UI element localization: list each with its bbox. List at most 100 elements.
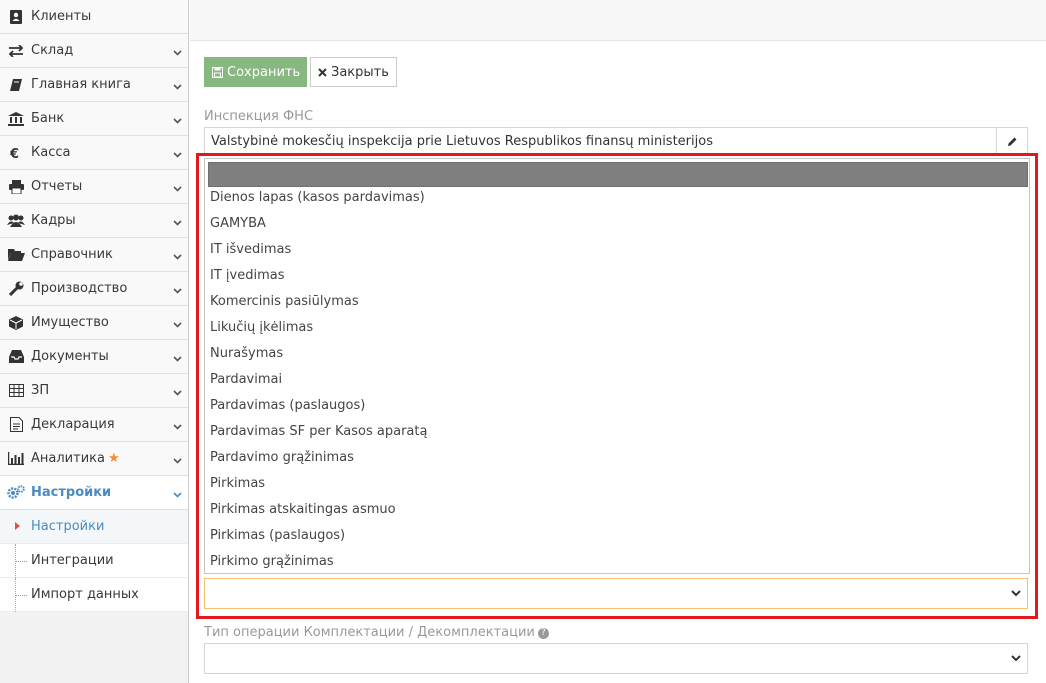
- sidebar-subitem-label: Настройки: [31, 519, 105, 534]
- sidebar-item-6[interactable]: Кадры: [0, 204, 188, 238]
- sidebar-item-14[interactable]: Настройки: [0, 476, 188, 510]
- sidebar-item-label: Настройки: [31, 485, 112, 500]
- caret-right-icon: [15, 522, 20, 533]
- sidebar: Клиенты Склад Главная книга Банк € Касса Отчет…: [0, 0, 189, 683]
- sidebar-subitem-label: Интеграции: [31, 553, 114, 568]
- chevron-down-icon: [173, 453, 182, 468]
- chevron-down-icon: [173, 147, 182, 162]
- sidebar-item-label: ЗП: [31, 383, 50, 398]
- pencil-icon: [1007, 137, 1016, 146]
- dropdown-option[interactable]: Nurašymas: [205, 343, 1029, 369]
- sidebar-item-11[interactable]: ЗП: [0, 374, 188, 408]
- dropdown-option[interactable]: Komercinis pasiūlymas: [205, 291, 1029, 317]
- operation-type-dropdown: Dienos lapas (kasos pardavimas) GAMYBA IT …: [204, 158, 1030, 574]
- sidebar-item-5[interactable]: Отчеты: [0, 170, 188, 204]
- sidebar-item-9[interactable]: Имущество: [0, 306, 188, 340]
- sidebar-item-4[interactable]: € Касса: [0, 136, 188, 170]
- sidebar-subitem-1[interactable]: Интеграции: [0, 544, 188, 578]
- inbox-icon: [6, 348, 26, 366]
- sidebar-item-1[interactable]: Склад: [0, 34, 188, 68]
- sidebar-item-7[interactable]: Справочник: [0, 238, 188, 272]
- sidebar-item-0[interactable]: Клиенты: [0, 0, 188, 34]
- close-icon: [318, 67, 327, 77]
- chevron-down-icon: [1011, 590, 1021, 597]
- tree-connector: [15, 561, 27, 562]
- inspection-value: Valstybinė mokesčių inspekcija prie Liet…: [211, 134, 713, 149]
- dropdown-option[interactable]: Pirkimo grąžinimas: [205, 551, 1029, 573]
- sidebar-item-2[interactable]: Главная книга: [0, 68, 188, 102]
- sidebar-item-label: Справочник: [31, 247, 113, 262]
- file-text-icon: [6, 416, 26, 434]
- sidebar-item-12[interactable]: Декларация: [0, 408, 188, 442]
- cube-icon: [6, 314, 26, 332]
- save-button[interactable]: Сохранить: [204, 57, 307, 87]
- chevron-down-icon: [173, 249, 182, 264]
- chevron-down-icon: [173, 419, 182, 434]
- svg-text:€: €: [10, 147, 19, 160]
- euro-icon: €: [6, 144, 26, 162]
- sidebar-subitem-0[interactable]: Настройки: [0, 510, 188, 544]
- inspection-field[interactable]: Valstybinė mokesčių inspekcija prie Liet…: [204, 127, 1028, 156]
- chevron-down-icon: [173, 79, 182, 94]
- exchange-icon: [6, 42, 26, 60]
- star-icon: ★: [107, 451, 120, 466]
- wrench-icon: [6, 280, 26, 298]
- dropdown-option[interactable]: Pirkimas atskaitingas asmuo: [205, 499, 1029, 525]
- dropdown-option[interactable]: IT įvedimas: [205, 265, 1029, 291]
- chevron-down-icon: [173, 181, 182, 196]
- bar-chart-icon: [6, 450, 26, 468]
- sidebar-item-3[interactable]: Банк: [0, 102, 188, 136]
- dropdown-option[interactable]: Dienos lapas (kasos pardavimas): [205, 187, 1029, 213]
- sidebar-item-label: Аналитика: [31, 451, 105, 466]
- table-icon: [6, 382, 26, 400]
- dropdown-option[interactable]: Likučių įkėlimas: [205, 317, 1029, 343]
- dropdown-option[interactable]: Pardavimo grąžinimas: [205, 447, 1029, 473]
- sidebar-item-label: Клиенты: [31, 9, 92, 24]
- kit-operation-select[interactable]: [204, 643, 1028, 674]
- sidebar-item-10[interactable]: Документы: [0, 340, 188, 374]
- sidebar-item-label: Отчеты: [31, 179, 83, 194]
- dropdown-option[interactable]: Pirkimas (paslaugos): [205, 525, 1029, 551]
- inspection-label: Инспекция ФНС: [204, 109, 314, 124]
- chevron-down-icon: [173, 385, 182, 400]
- save-button-label: Сохранить: [227, 64, 301, 80]
- sidebar-item-label: Банк: [31, 111, 65, 126]
- cogs-icon: [6, 484, 26, 502]
- dropdown-option[interactable]: Pardavimai: [205, 369, 1029, 395]
- chevron-down-icon: [173, 487, 182, 502]
- floppy-disk-icon: [212, 66, 223, 78]
- users-icon: [6, 212, 26, 230]
- chevron-down-icon: [173, 45, 182, 60]
- chevron-down-icon: [173, 317, 182, 332]
- chevron-down-icon: [1011, 655, 1021, 662]
- kit-operation-label: Тип операции Комплектации / Декомплектац…: [204, 625, 549, 640]
- sidebar-item-label: Производство: [31, 281, 128, 296]
- sidebar-item-label: Декларация: [31, 417, 115, 432]
- sidebar-item-8[interactable]: Производство: [0, 272, 188, 306]
- address-book-icon: [6, 8, 26, 26]
- sidebar-item-13[interactable]: Аналитика ★: [0, 442, 188, 476]
- close-button[interactable]: Закрыть: [310, 57, 397, 87]
- chevron-down-icon: [173, 283, 182, 298]
- dropdown-option[interactable]: Pirkimas: [205, 473, 1029, 499]
- sidebar-item-label: Главная книга: [31, 77, 131, 92]
- chevron-down-icon: [173, 215, 182, 230]
- operation-type-select[interactable]: [204, 578, 1028, 609]
- tree-connector: [15, 595, 27, 596]
- dropdown-option[interactable]: IT išvedimas: [205, 239, 1029, 265]
- print-icon: [6, 178, 26, 196]
- sidebar-item-label: Документы: [31, 349, 109, 364]
- dropdown-option[interactable]: Pardavimas (paslaugos): [205, 395, 1029, 421]
- dropdown-search-input[interactable]: [208, 162, 1028, 187]
- dropdown-option[interactable]: GAMYBA: [205, 213, 1029, 239]
- bank-icon: [6, 110, 26, 128]
- sidebar-subitem-2[interactable]: Импорт данных: [0, 578, 188, 612]
- sidebar-item-label: Касса: [31, 145, 71, 160]
- edit-button[interactable]: [996, 128, 1027, 155]
- close-button-label: Закрыть: [331, 64, 389, 80]
- chevron-down-icon: [173, 351, 182, 366]
- dropdown-option[interactable]: Pardavimas SF per Kasos aparatą: [205, 421, 1029, 447]
- help-icon[interactable]: ?: [537, 628, 549, 639]
- top-bar: [190, 0, 1046, 41]
- kit-operation-label-text: Тип операции Комплектации / Декомплектац…: [204, 625, 535, 640]
